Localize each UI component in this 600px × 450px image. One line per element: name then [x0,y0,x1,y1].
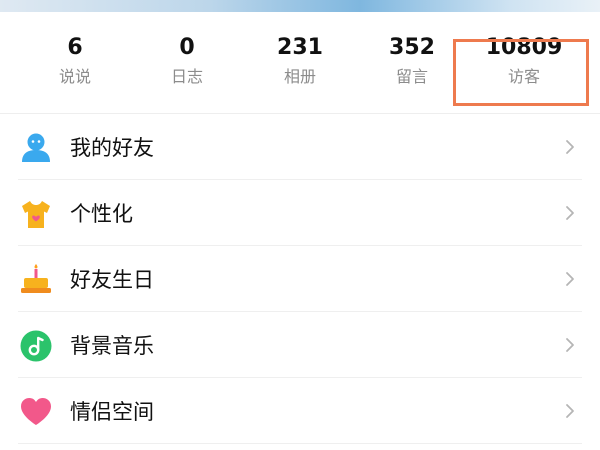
menu-item-label: 个性化 [70,202,133,226]
stat-messages-count: 352 [389,35,435,60]
stat-album[interactable]: 231 相册 [245,34,355,88]
menu-item-background-music[interactable]: 背景音乐 [0,312,600,378]
stat-blog-label: 日志 [170,67,203,86]
stat-posts-label: 说说 [58,67,91,86]
stat-album-count: 231 [277,35,323,60]
menu-item-label: 好友生日 [70,268,154,292]
top-banner [0,0,600,12]
birthday-cake-icon [21,264,51,293]
chevron-right-icon [566,272,574,286]
stat-blog[interactable]: 0 日志 [132,34,242,88]
stat-messages[interactable]: 352 留言 [357,34,467,88]
menu-item-label: 情侣空间 [70,400,154,424]
menu-item-personalize[interactable]: 个性化 [0,180,600,246]
music-note-icon [20,330,52,362]
stat-messages-label: 留言 [395,67,428,86]
chevron-right-icon [566,140,574,154]
chevron-right-icon [566,206,574,220]
visitor-highlight-box [453,39,589,106]
chevron-right-icon [566,404,574,418]
stat-posts[interactable]: 6 说说 [20,34,130,88]
menu-item-my-friends[interactable]: 我的好友 [0,114,600,180]
menu-item-label: 背景音乐 [70,334,154,358]
menu-item-couple-space[interactable]: 情侣空间 [0,378,600,444]
menu-list: 我的好友 个性化 好友生日 背景音乐 情侣空间 [0,114,600,444]
menu-divider [18,443,582,444]
tshirt-icon [22,201,50,228]
stat-album-label: 相册 [283,67,316,86]
heart-icon [21,398,51,425]
friend-avatar-icon [22,133,50,162]
stat-blog-count: 0 [179,35,195,60]
menu-item-label: 我的好友 [70,136,154,160]
stat-posts-count: 6 [67,35,83,60]
menu-item-friend-birthdays[interactable]: 好友生日 [0,246,600,312]
chevron-right-icon [566,338,574,352]
